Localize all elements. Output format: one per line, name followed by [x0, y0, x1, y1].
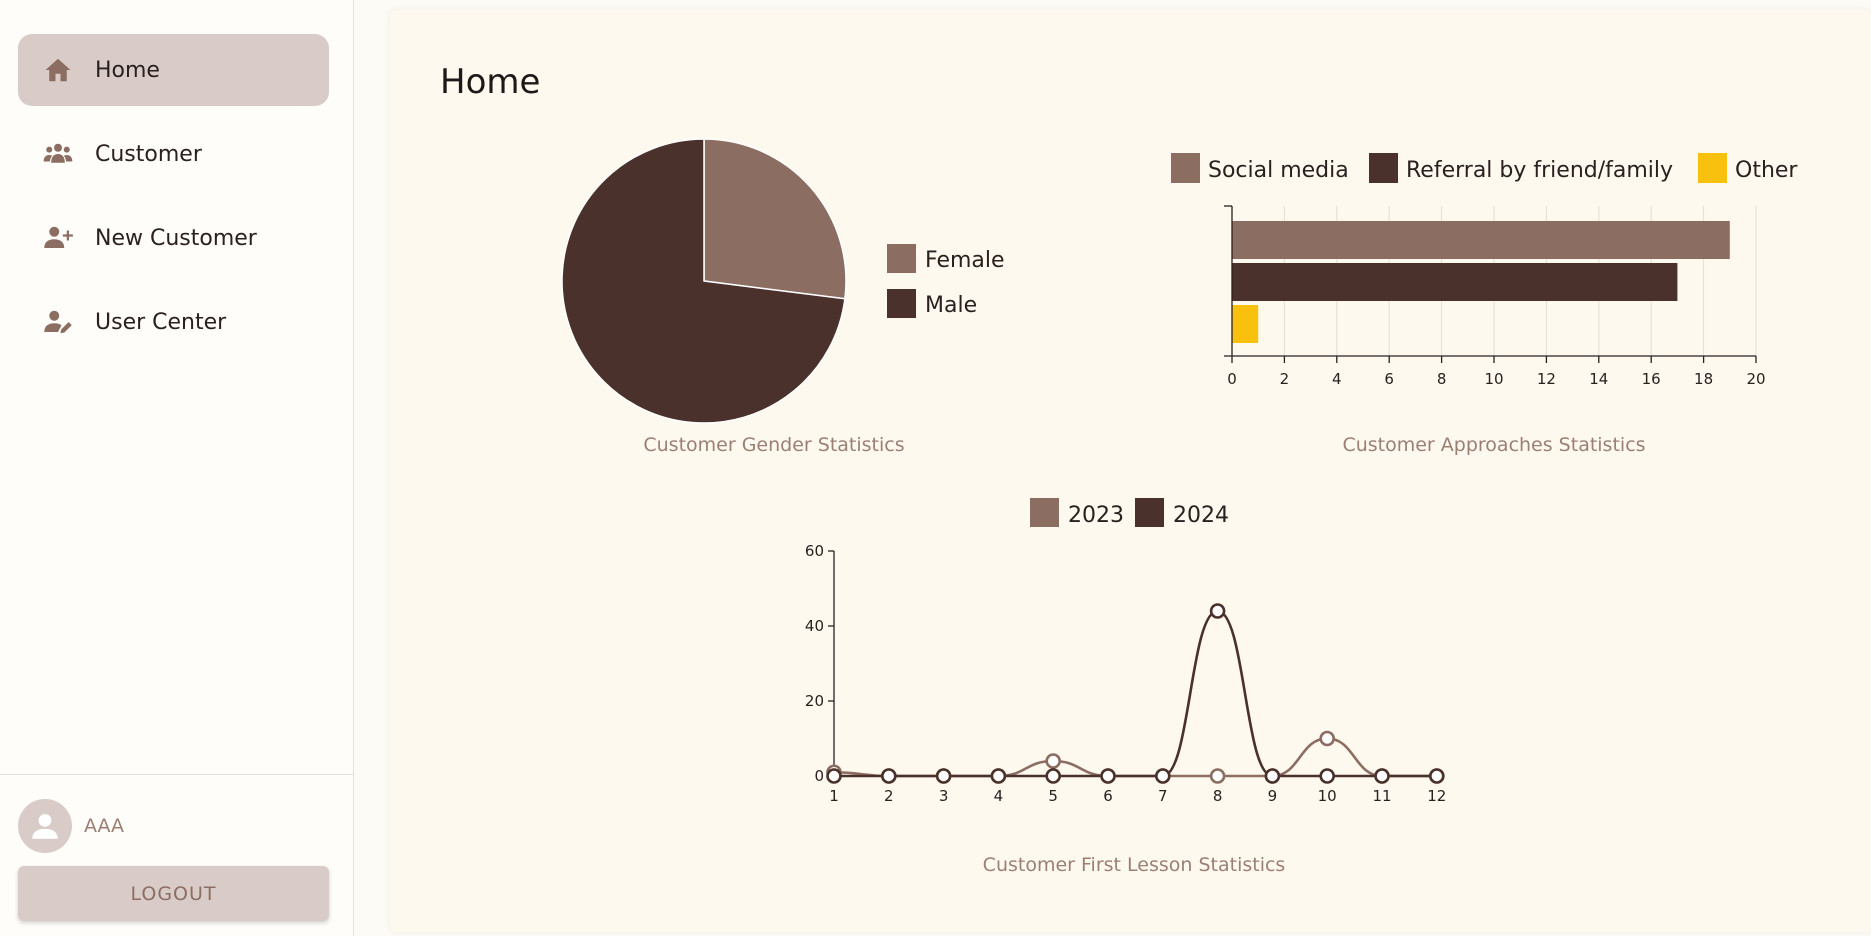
x-tick-label: 20: [1746, 370, 1765, 388]
line-point: [1374, 768, 1390, 784]
x-tick-label: 4: [994, 787, 1004, 805]
home-icon: [42, 54, 74, 86]
line-point: [1264, 768, 1281, 784]
legend-swatch: [1698, 153, 1727, 183]
sidebar-divider: [0, 774, 354, 775]
line-point: [1154, 768, 1171, 784]
user-icon: [32, 813, 58, 839]
legend-label: Female: [925, 248, 1005, 273]
y-tick-label: 0: [814, 767, 824, 785]
first-lesson-line-chart: 2023 202402040601 2 3 4 5 6 7 8 9 10 11 12: [805, 498, 1446, 805]
legend-swatch: [887, 244, 916, 273]
x-tick-label: 12: [1537, 370, 1556, 388]
line-point: [1319, 768, 1336, 784]
line-point: [826, 768, 842, 784]
line-point: [881, 768, 897, 784]
user-plus-icon: [42, 222, 74, 254]
legend-swatch: [1171, 153, 1200, 183]
x-tick-label: 12: [1427, 787, 1446, 805]
x-tick-label: 0: [1227, 370, 1237, 388]
line-point: [1209, 603, 1226, 619]
line-series-2023: [833, 737, 1437, 778]
x-tick-label: 10: [1318, 787, 1337, 805]
avatar[interactable]: [18, 799, 72, 853]
users-icon: [42, 138, 74, 170]
x-tick-label: 18: [1694, 370, 1713, 388]
y-tick-label: 40: [805, 617, 824, 635]
sidebar: Home Customer New Customer User Center A…: [0, 0, 354, 936]
x-tick-label: 5: [1048, 787, 1058, 805]
page-title: Home: [440, 62, 541, 102]
gender-pie-chart: Female Male: [561, 138, 1005, 424]
line-point: [990, 768, 1007, 784]
sidebar-item-label: Home: [95, 57, 160, 83]
sidebar-item-home[interactable]: Home: [18, 34, 329, 106]
legend-label: Male: [925, 293, 977, 318]
legend-label: Referral by friend/family: [1406, 158, 1673, 183]
sidebar-item-label: User Center: [95, 309, 227, 335]
x-tick-label: 10: [1484, 370, 1503, 388]
legend-swatch: [1135, 498, 1164, 527]
legend-label: Other: [1735, 158, 1798, 183]
gender-chart-caption: Customer Gender Statistics: [643, 434, 905, 456]
x-tick-label: 8: [1437, 370, 1447, 388]
line-point: [1209, 768, 1226, 784]
legend-label: 2024: [1173, 503, 1229, 528]
username: AAA: [84, 815, 125, 837]
x-tick-label: 9: [1268, 787, 1278, 805]
legend-swatch: [887, 289, 916, 318]
x-tick-label: 11: [1372, 787, 1391, 805]
x-tick-label: 14: [1589, 370, 1608, 388]
sidebar-item-label: Customer: [95, 141, 202, 167]
user-edit-icon: [42, 306, 74, 338]
first-lesson-chart-caption: Customer First Lesson Statistics: [982, 854, 1286, 876]
legend-label: Social media: [1208, 158, 1349, 183]
sidebar-item-customer[interactable]: Customer: [18, 118, 329, 190]
x-tick-label: 4: [1332, 370, 1342, 388]
x-tick-label: 7: [1158, 787, 1168, 805]
line-point: [1045, 753, 1062, 769]
line-point: [1045, 768, 1062, 784]
approaches-chart-caption: Customer Approaches Statistics: [1342, 434, 1646, 456]
x-tick-label: 1: [829, 787, 839, 805]
x-tick-label: 2: [884, 787, 894, 805]
logout-button[interactable]: LOGOUT: [18, 866, 329, 921]
line-point: [1428, 768, 1445, 784]
bar-2: [1232, 305, 1259, 343]
x-tick-label: 16: [1642, 370, 1661, 388]
y-tick-label: 60: [805, 542, 824, 560]
sidebar-item-new-customer[interactable]: New Customer: [18, 202, 329, 274]
x-tick-label: 3: [939, 787, 949, 805]
legend-swatch: [1369, 153, 1398, 183]
x-tick-label: 6: [1384, 370, 1394, 388]
bar-0: [1232, 221, 1730, 259]
x-tick-label: 2: [1280, 370, 1290, 388]
line-series-2024: [833, 609, 1437, 778]
x-tick-label: 8: [1213, 787, 1223, 805]
y-tick-label: 20: [805, 692, 824, 710]
bar-1: [1232, 263, 1678, 301]
legend-label: 2023: [1068, 503, 1124, 528]
line-point: [1319, 730, 1336, 747]
x-tick-label: 6: [1103, 787, 1113, 805]
sidebar-item-label: New Customer: [95, 225, 257, 251]
pie-slice-female: [703, 138, 847, 300]
sidebar-item-user-center[interactable]: User Center: [18, 286, 329, 358]
approaches-bar-chart: Social media Referral by friend/family Oth…: [1171, 153, 1798, 388]
line-point: [1100, 768, 1116, 784]
line-point: [935, 768, 952, 784]
legend-swatch: [1030, 498, 1059, 527]
